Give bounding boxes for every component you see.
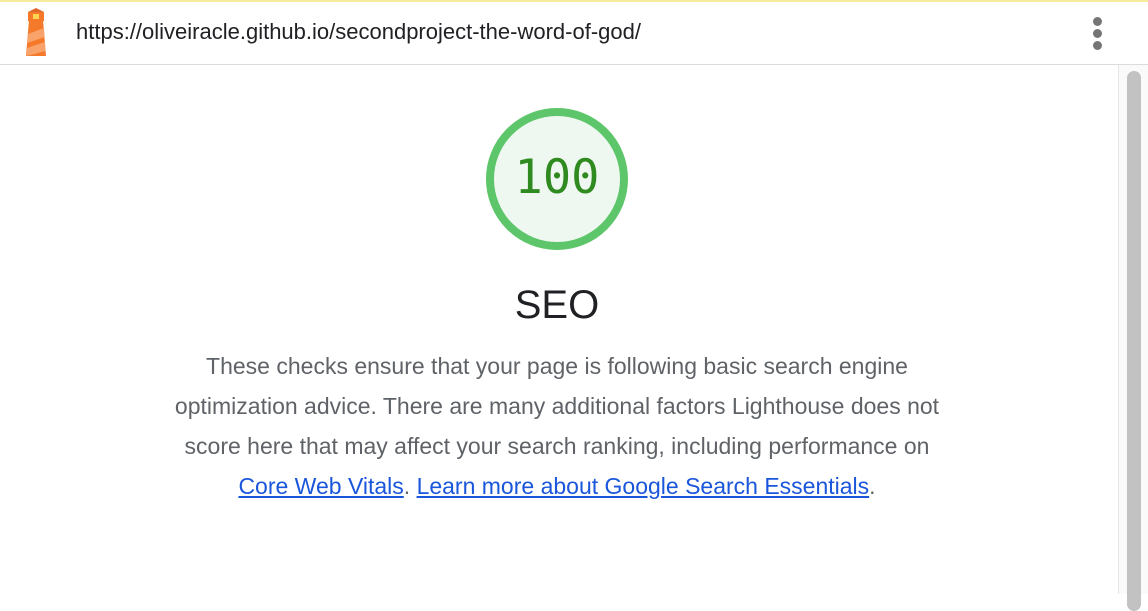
core-web-vitals-link[interactable]: Core Web Vitals [238, 473, 403, 499]
score-value: 100 [514, 150, 600, 205]
report-header: https://oliveiracle.github.io/secondproj… [0, 2, 1148, 65]
menu-dot [1093, 41, 1102, 50]
description-separator: . [403, 473, 417, 499]
category-description: These checks ensure that your page is fo… [157, 346, 957, 506]
scrollbar-thumb[interactable] [1127, 71, 1141, 611]
lighthouse-icon [26, 8, 46, 56]
description-end: . [869, 473, 876, 499]
more-vert-icon[interactable] [1082, 12, 1114, 54]
description-text: These checks ensure that your page is fo… [174, 353, 940, 459]
page-url[interactable]: https://oliveiracle.github.io/secondproj… [76, 19, 641, 45]
menu-dot [1093, 29, 1102, 38]
category-title: SEO [514, 283, 600, 327]
scrollbar[interactable] [1118, 65, 1148, 611]
learn-more-link[interactable]: Learn more about Google Search Essential… [417, 473, 870, 499]
menu-dot [1093, 17, 1102, 26]
